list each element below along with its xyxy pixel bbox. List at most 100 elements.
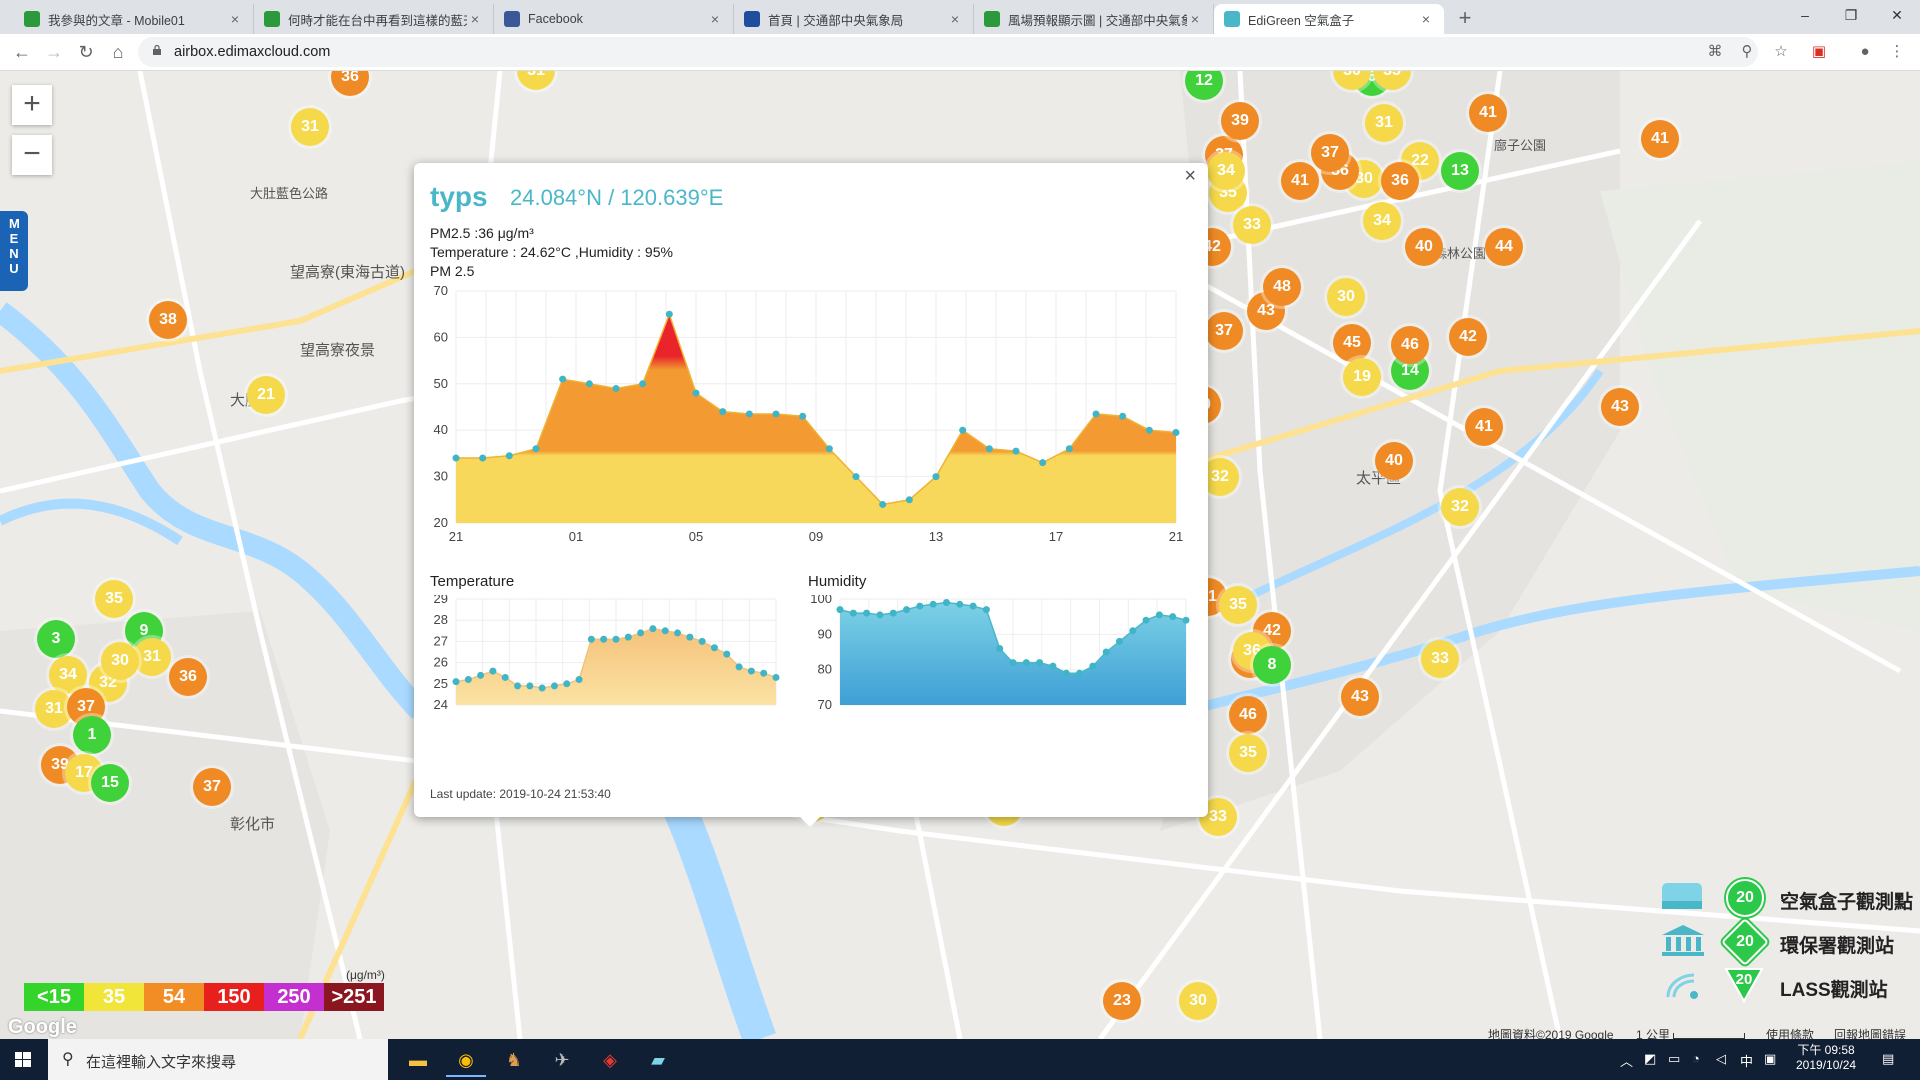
chrome-menu-icon[interactable]: ⋮ — [1888, 43, 1906, 61]
pm25-marker[interactable]: 37 — [193, 768, 231, 806]
data-point[interactable] — [719, 408, 727, 416]
data-point[interactable] — [1089, 662, 1097, 670]
data-point[interactable] — [1039, 459, 1047, 467]
pm25-marker[interactable]: 44 — [1485, 228, 1523, 266]
file-explorer-icon[interactable]: ▬ — [398, 1043, 438, 1077]
pm25-marker[interactable]: 30 — [1179, 982, 1217, 1020]
pm25-marker[interactable]: 46 — [1229, 696, 1267, 734]
data-point[interactable] — [956, 600, 964, 608]
close-window-button[interactable]: ✕ — [1874, 0, 1920, 30]
data-point[interactable] — [665, 310, 673, 318]
data-point[interactable] — [587, 635, 595, 643]
data-point[interactable] — [723, 650, 731, 658]
data-point[interactable] — [932, 473, 940, 481]
tray-app-icon[interactable]: ▣ — [1764, 1051, 1776, 1067]
notification-icon[interactable]: ▤ — [1882, 1051, 1894, 1067]
data-point[interactable] — [686, 633, 694, 641]
pm25-marker[interactable]: 8 — [1253, 646, 1291, 684]
data-point[interactable] — [942, 599, 950, 607]
data-point[interactable] — [876, 611, 884, 619]
tab-close-icon[interactable]: × — [707, 11, 723, 27]
ime-indicator[interactable]: 中 — [1740, 1051, 1753, 1070]
network-icon[interactable]: ◔ — [1692, 1051, 1700, 1066]
pm25-marker[interactable]: 30 — [1327, 278, 1365, 316]
pm25-marker[interactable]: 15 — [91, 764, 129, 802]
data-point[interactable] — [452, 454, 460, 462]
data-point[interactable] — [600, 635, 608, 643]
data-point[interactable] — [692, 389, 700, 397]
data-point[interactable] — [563, 680, 571, 688]
data-point[interactable] — [1102, 648, 1110, 656]
data-point[interactable] — [747, 667, 755, 675]
data-point[interactable] — [489, 667, 497, 675]
data-point[interactable] — [1065, 445, 1073, 453]
data-point[interactable] — [929, 600, 937, 608]
pm25-marker[interactable]: 31 — [291, 108, 329, 146]
pm25-marker[interactable]: 41 — [1465, 408, 1503, 446]
pm25-marker[interactable]: 39 — [1221, 102, 1259, 140]
data-point[interactable] — [799, 412, 807, 420]
data-point[interactable] — [879, 500, 887, 508]
forward-icon[interactable]: → — [42, 40, 66, 64]
data-point[interactable] — [532, 445, 540, 453]
pm25-marker[interactable]: 42 — [1449, 318, 1487, 356]
data-point[interactable] — [772, 410, 780, 418]
data-point[interactable] — [661, 627, 669, 635]
data-point[interactable] — [698, 637, 706, 645]
pm25-marker[interactable]: 43 — [1601, 388, 1639, 426]
data-point[interactable] — [1155, 611, 1163, 619]
data-point[interactable] — [639, 380, 647, 388]
data-point[interactable] — [1062, 669, 1070, 677]
pm25-marker[interactable]: 48 — [1263, 268, 1301, 306]
data-point[interactable] — [464, 676, 472, 684]
pm25-marker[interactable]: 34 — [1207, 152, 1245, 190]
data-point[interactable] — [649, 625, 657, 633]
map-canvas[interactable]: 大肚區 望高寮(東海古道) 望高寮夜景 大肚藍色公路 彰化市 太平區 坪林森林公… — [0, 71, 1920, 1039]
battery-icon[interactable]: ▭ — [1668, 1051, 1680, 1067]
windows-start-icon[interactable] — [0, 1039, 46, 1080]
data-point[interactable] — [959, 426, 967, 434]
pm25-marker[interactable]: 45 — [1333, 324, 1371, 362]
pm25-marker[interactable]: 40 — [1375, 442, 1413, 480]
pm25-marker[interactable]: 40 — [1405, 228, 1443, 266]
pm25-marker[interactable]: 23 — [1103, 982, 1141, 1020]
pm25-marker[interactable]: 41 — [1469, 94, 1507, 132]
data-point[interactable] — [903, 606, 911, 614]
app-icon[interactable]: ▰ — [638, 1043, 678, 1077]
data-point[interactable] — [1076, 669, 1084, 677]
data-point[interactable] — [1145, 426, 1153, 434]
zoom-in-button[interactable]: + — [12, 85, 52, 125]
data-point[interactable] — [1036, 659, 1044, 667]
data-point[interactable] — [1009, 659, 1017, 667]
bookmark-star-icon[interactable]: ☆ — [1772, 43, 1790, 61]
profile-icon[interactable]: ● — [1856, 43, 1874, 61]
data-point[interactable] — [501, 673, 509, 681]
data-point[interactable] — [916, 602, 924, 610]
data-point[interactable] — [1169, 613, 1177, 621]
menu-button[interactable]: MENU — [0, 211, 28, 291]
zoom-icon[interactable]: ⚲ — [1738, 43, 1756, 61]
pm25-marker[interactable]: 34 — [1363, 202, 1401, 240]
app-icon[interactable]: ◈ — [590, 1043, 630, 1077]
pm25-marker[interactable]: 33 — [1421, 640, 1459, 678]
data-point[interactable] — [538, 684, 546, 692]
extension-icon[interactable]: ▣ — [1810, 43, 1828, 61]
pm25-marker[interactable]: 36 — [169, 658, 207, 696]
data-point[interactable] — [514, 682, 522, 690]
tray-chevron-icon[interactable]: ︿ — [1620, 1051, 1633, 1070]
data-point[interactable] — [452, 678, 460, 686]
data-point[interactable] — [526, 682, 534, 690]
data-point[interactable] — [889, 609, 897, 617]
new-tab-button[interactable]: + — [1452, 6, 1478, 32]
pm25-marker[interactable]: 21 — [247, 376, 285, 414]
pm25-marker[interactable]: 3 — [37, 620, 75, 658]
data-point[interactable] — [735, 663, 743, 671]
data-point[interactable] — [836, 606, 844, 614]
data-point[interactable] — [612, 384, 620, 392]
pm25-marker[interactable]: 13 — [1441, 152, 1479, 190]
data-point[interactable] — [1142, 616, 1150, 624]
data-point[interactable] — [575, 676, 583, 684]
tray-app-icon[interactable]: ◩ — [1644, 1051, 1656, 1067]
tab-close-icon[interactable]: × — [947, 11, 963, 27]
data-point[interactable] — [849, 609, 857, 617]
